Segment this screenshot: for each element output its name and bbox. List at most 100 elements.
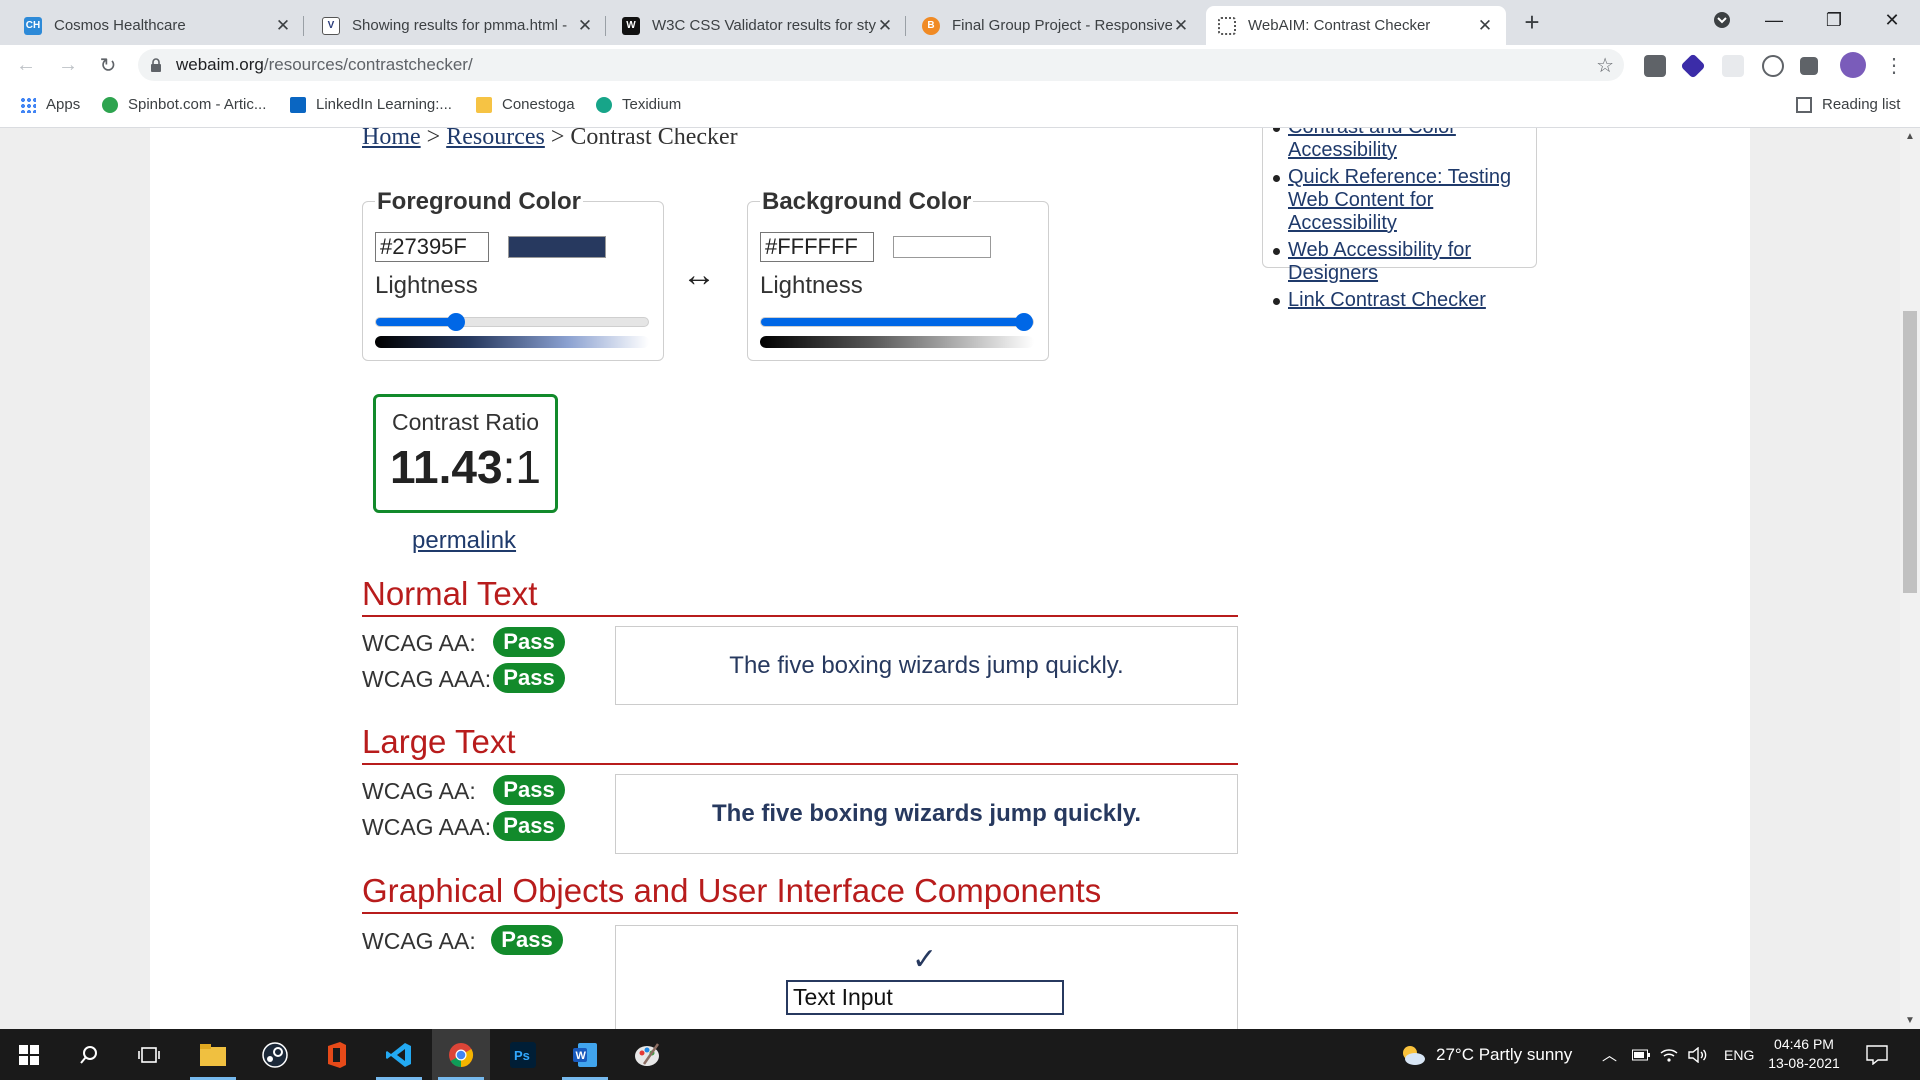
address-bar[interactable]: webaim.org/resources/contrastchecker/ ☆	[138, 49, 1624, 81]
close-tab-icon[interactable]: ✕	[274, 16, 292, 36]
sidebar-link-contrast-color[interactable]: Contrast and Color Accessibility	[1288, 128, 1456, 161]
bookmark-apps[interactable]: Apps	[20, 96, 80, 113]
system-clock[interactable]: 04:46 PM 13-08-2021	[1762, 1035, 1846, 1073]
bookmark-star-icon[interactable]: ☆	[1596, 53, 1614, 78]
tab-strip: CH Cosmos Healthcare ✕ V Showing results…	[0, 0, 1920, 45]
bookmark-spinbot[interactable]: Spinbot.com - Artic...	[102, 96, 266, 113]
scroll-down-icon[interactable]: ▼	[1900, 1012, 1920, 1029]
reading-list-button[interactable]: Reading list	[1796, 96, 1900, 113]
scrollbar-thumb[interactable]	[1903, 311, 1917, 593]
start-windows-icon[interactable]	[0, 1029, 58, 1080]
close-tab-icon[interactable]: ✕	[576, 16, 594, 36]
battery-icon[interactable]	[1632, 1029, 1650, 1080]
background-color-swatch[interactable]	[893, 236, 991, 258]
close-tab-icon[interactable]: ✕	[1476, 16, 1494, 36]
tab-final-group-project[interactable]: B Final Group Project - Responsive ✕	[910, 6, 1202, 45]
svg-text:Ps: Ps	[514, 1048, 530, 1063]
profile-avatar[interactable]	[1840, 52, 1866, 78]
page-content: Home > Resources > Contrast Checker Fore…	[150, 128, 1750, 1029]
permalink-link[interactable]: permalink	[412, 527, 516, 555]
large-aaa-pass-badge: Pass	[493, 811, 565, 841]
paint-icon[interactable]	[618, 1029, 676, 1080]
notifications-icon[interactable]	[1866, 1029, 1888, 1080]
tab-cosmos-healthcare[interactable]: CH Cosmos Healthcare ✕	[12, 6, 304, 45]
foreground-lightness-slider[interactable]	[375, 313, 649, 331]
tab-title: Cosmos Healthcare	[54, 17, 186, 34]
windows-taskbar: Ps W 27°C Partly sunny ︿ ENG 04:46 PM 13…	[0, 1029, 1920, 1080]
w3c-favicon: W	[622, 16, 640, 35]
bookmark-texidium[interactable]: Texidium	[596, 96, 681, 113]
steam-icon[interactable]	[246, 1029, 304, 1080]
sidebar-link-designers[interactable]: Web Accessibility for Designers	[1288, 239, 1471, 284]
language-indicator[interactable]: ENG	[1724, 1029, 1754, 1080]
scroll-up-icon[interactable]: ▲	[1900, 128, 1920, 145]
background-color-panel: Background Color #FFFFFF Lightness	[747, 188, 1049, 361]
breadcrumb-resources-link[interactable]: Resources	[446, 128, 545, 150]
close-window-icon[interactable]: ✕	[1864, 0, 1920, 40]
weather-widget[interactable]: 27°C Partly sunny	[1400, 1029, 1572, 1080]
new-tab-button[interactable]: +	[1518, 8, 1546, 36]
extensions-puzzle-icon[interactable]	[1800, 57, 1818, 75]
breadcrumb: Home > Resources > Contrast Checker	[362, 128, 738, 151]
large-text-heading: Large Text	[362, 723, 1238, 765]
background-slider-thumb[interactable]	[1015, 313, 1033, 331]
tab-validator-results[interactable]: V Showing results for pmma.html - ✕	[310, 6, 606, 45]
reload-icon[interactable]: ↻	[94, 51, 122, 79]
background-lightness-label: Lightness	[760, 272, 863, 299]
foreground-color-swatch[interactable]	[508, 236, 606, 258]
extension-diamond-icon[interactable]	[1680, 53, 1706, 79]
vscode-icon[interactable]	[370, 1029, 428, 1080]
svg-text:W: W	[576, 1050, 587, 1062]
tab-search-icon[interactable]	[1694, 0, 1750, 40]
extension-link-icon[interactable]	[1762, 55, 1784, 77]
large-aaa-label: WCAG AAA:	[362, 814, 492, 840]
page-scrollbar[interactable]: ▲ ▼	[1900, 128, 1920, 1029]
extension-blank-icon[interactable]	[1722, 55, 1744, 77]
text-input-sample[interactable]: Text Input	[786, 980, 1064, 1015]
tab-title: WebAIM: Contrast Checker	[1248, 17, 1431, 34]
foreground-slider-thumb[interactable]	[447, 313, 465, 331]
show-hidden-icons[interactable]: ︿	[1602, 1029, 1617, 1080]
file-explorer-icon[interactable]	[184, 1029, 242, 1080]
foreground-color-panel: Foreground Color #27395F Lightness	[362, 188, 664, 361]
bookmark-linkedin-learning[interactable]: LinkedIn Learning:...	[290, 96, 452, 113]
tab-title: Showing results for pmma.html -	[352, 17, 568, 34]
lock-icon	[150, 58, 162, 72]
background-hex-input[interactable]: #FFFFFF	[760, 232, 874, 262]
sidebar-link-quick-reference[interactable]: Quick Reference: Testing Web Content for…	[1288, 166, 1511, 234]
contrast-ratio-label: Contrast Ratio	[391, 409, 539, 435]
search-icon[interactable]	[60, 1029, 118, 1080]
minimize-icon[interactable]: —	[1746, 0, 1802, 40]
word-icon[interactable]: W	[556, 1029, 614, 1080]
tab-title: W3C CSS Validator results for sty	[652, 17, 876, 34]
normal-aa-pass-badge: Pass	[493, 627, 565, 657]
browser-menu-icon[interactable]: ⋮	[1880, 51, 1908, 79]
project-favicon: B	[922, 16, 940, 35]
office-icon[interactable]	[308, 1029, 366, 1080]
extension-tools-icon[interactable]	[1644, 55, 1666, 77]
sidebar-link-item: Web Accessibility for Designers	[1273, 239, 1536, 285]
task-view-icon[interactable]	[120, 1029, 178, 1080]
wifi-icon[interactable]	[1660, 1029, 1678, 1080]
chrome-icon[interactable]	[432, 1029, 490, 1080]
breadcrumb-home-link[interactable]: Home	[362, 128, 421, 150]
close-tab-icon[interactable]: ✕	[876, 16, 894, 36]
spinbot-icon	[102, 96, 118, 113]
cosmos-favicon: CH	[24, 16, 42, 35]
bookmark-conestoga[interactable]: Conestoga	[476, 96, 575, 113]
swap-colors-icon[interactable]: ↔	[682, 256, 716, 295]
large-aa-label: WCAG AA:	[362, 778, 476, 804]
back-icon[interactable]: ←	[12, 51, 40, 79]
graphical-aa-label: WCAG AA:	[362, 928, 476, 954]
tab-webaim-contrast-checker[interactable]: WebAIM: Contrast Checker ✕	[1206, 6, 1506, 45]
tab-w3c-css-validator[interactable]: W W3C CSS Validator results for sty ✕	[610, 6, 906, 45]
background-lightness-slider[interactable]	[760, 313, 1034, 331]
forward-icon[interactable]: →	[54, 51, 82, 79]
photoshop-icon[interactable]: Ps	[494, 1029, 552, 1080]
close-tab-icon[interactable]: ✕	[1172, 16, 1190, 36]
webaim-favicon	[1218, 16, 1236, 35]
restore-icon[interactable]: ❐	[1806, 0, 1862, 40]
sidebar-link-link-contrast[interactable]: Link Contrast Checker	[1288, 289, 1486, 311]
foreground-hex-input[interactable]: #27395F	[375, 232, 489, 262]
volume-icon[interactable]	[1688, 1029, 1708, 1080]
